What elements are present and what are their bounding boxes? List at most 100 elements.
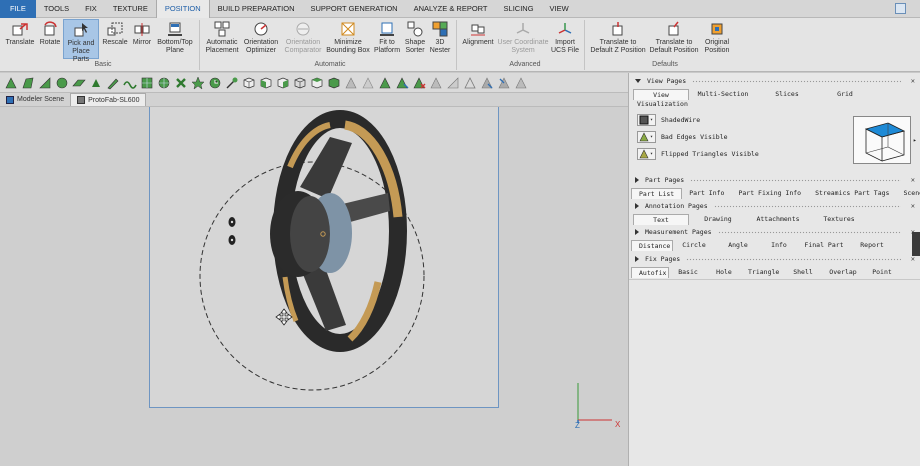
clock-select-icon[interactable] xyxy=(208,76,222,90)
tab-drawing[interactable]: Drawing xyxy=(689,214,747,225)
tab-protofab[interactable]: ProtoFab-SL600 xyxy=(70,93,147,106)
translate-button[interactable]: Translate xyxy=(4,21,36,47)
grid-select-icon[interactable] xyxy=(140,76,154,90)
original-position-button[interactable]: Original Position xyxy=(701,21,733,55)
alignment-button[interactable]: Alignment xyxy=(460,21,496,47)
wand-select-icon[interactable] xyxy=(225,76,239,90)
close-icon[interactable]: ✕ xyxy=(911,200,915,212)
tab-basic[interactable]: Basic xyxy=(669,267,707,278)
sphere-grid-icon[interactable] xyxy=(157,76,171,90)
tab-autofix[interactable]: Autofix xyxy=(631,266,669,278)
translate-default-z-button[interactable]: Translate to Default Z Position xyxy=(588,21,648,55)
surface-tool-icon[interactable] xyxy=(21,76,35,90)
fill-tool-icon[interactable] xyxy=(89,76,103,90)
steering-wheel[interactable] xyxy=(270,110,407,352)
cube-shaded-icon[interactable] xyxy=(276,76,290,90)
tab-streamics-part-tags[interactable]: Streamics Part Tags xyxy=(808,188,896,199)
triangle-blue-2-icon[interactable] xyxy=(497,76,511,90)
triangle-delete-icon[interactable] xyxy=(412,76,426,90)
plane-tool-icon[interactable] xyxy=(72,76,86,90)
wave-tool-icon[interactable] xyxy=(123,76,137,90)
tab-point[interactable]: Point xyxy=(865,267,899,278)
sphere-tool-icon[interactable] xyxy=(55,76,69,90)
3d-nester-button[interactable]: 3D Nester xyxy=(428,21,452,55)
viewport-3d[interactable]: X Z xyxy=(0,107,628,466)
cube-front-icon[interactable] xyxy=(242,76,256,90)
cube-wire-icon[interactable] xyxy=(293,76,307,90)
menu-build-preparation[interactable]: BUILD PREPARATION xyxy=(210,0,303,18)
mirror-button[interactable]: Mirror xyxy=(130,21,154,47)
shaded-wire-dropdown[interactable]: ▾ xyxy=(637,114,656,126)
pick-place-button[interactable]: Pick and Place Parts xyxy=(63,19,99,63)
menu-file[interactable]: FILE xyxy=(0,0,36,18)
menu-tools[interactable]: TOOLS xyxy=(36,0,77,18)
tab-overlap[interactable]: Overlap xyxy=(821,267,865,278)
close-icon[interactable]: ✕ xyxy=(911,75,915,87)
tab-part-fixing-info[interactable]: Part Fixing Info xyxy=(731,188,808,199)
bad-edges-dropdown[interactable]: ▾ xyxy=(637,131,656,143)
import-ucs-button[interactable]: Import UCS File xyxy=(550,21,580,55)
flipped-triangles-dropdown[interactable]: ▾ xyxy=(637,148,656,160)
tab-final-part[interactable]: Final Part xyxy=(797,240,851,251)
tab-scenes[interactable]: Scenes xyxy=(896,188,920,199)
tab-multi-section[interactable]: Multi-Section xyxy=(689,89,757,100)
bottom-top-plane-button[interactable]: Bottom/Top Plane xyxy=(154,21,196,55)
triangle-outline-icon[interactable] xyxy=(446,76,460,90)
minimize-bounding-box-button[interactable]: Minimize Bounding Box xyxy=(325,21,371,55)
measurement-pages-header[interactable]: Measurement Pages ✕ xyxy=(629,226,915,238)
rescale-button[interactable]: Rescale xyxy=(101,21,129,47)
user-coordinate-system-button[interactable]: User Coordinate System xyxy=(497,21,549,55)
view-pages-header[interactable]: View Pages ✕ xyxy=(629,75,915,87)
fit-to-platform-button[interactable]: Fit to Platform xyxy=(372,21,402,55)
rotate-button[interactable]: Rotate xyxy=(37,21,63,47)
tab-attachments[interactable]: Attachments xyxy=(747,214,809,225)
tab-grid[interactable]: Grid xyxy=(817,89,873,100)
tab-view[interactable]: View xyxy=(633,88,689,100)
tab-part-info[interactable]: Part Info xyxy=(682,188,731,199)
side-panel-handle[interactable] xyxy=(912,232,920,256)
tab-distance[interactable]: Distance xyxy=(631,239,673,251)
tab-report[interactable]: Report xyxy=(851,240,893,251)
translate-default-position-button[interactable]: Translate to Default Position xyxy=(648,21,700,55)
tab-modeler-scene[interactable]: Modeler Scene xyxy=(0,93,70,106)
shape-sorter-button[interactable]: Shape Sorter xyxy=(402,21,428,55)
cube-solid-icon[interactable] xyxy=(327,76,341,90)
tab-info[interactable]: Info xyxy=(761,240,797,251)
scene-canvas[interactable]: X Z xyxy=(0,107,628,466)
warning-gray-2-icon[interactable] xyxy=(361,76,375,90)
cube-top-icon[interactable] xyxy=(310,76,324,90)
tab-slices[interactable]: Slices xyxy=(757,89,817,100)
orientation-optimizer-button[interactable]: Orientation Optimizer xyxy=(242,21,280,55)
automatic-placement-button[interactable]: Automatic Placement xyxy=(202,21,242,55)
triangle-flip-icon[interactable] xyxy=(429,76,443,90)
orientation-comparator-button[interactable]: Orientation Comparator xyxy=(281,21,325,55)
menu-analyze-report[interactable]: ANALYZE & REPORT xyxy=(406,0,496,18)
tab-textures[interactable]: Textures xyxy=(809,214,869,225)
tab-triangle[interactable]: Triangle xyxy=(741,267,785,278)
brush-tool-icon[interactable] xyxy=(106,76,120,90)
annotation-pages-header[interactable]: Annotation Pages ✕ xyxy=(629,200,915,212)
close-icon[interactable]: ✕ xyxy=(911,174,915,186)
tab-text[interactable]: Text xyxy=(633,213,689,225)
triangle-gray-icon[interactable] xyxy=(514,76,528,90)
menu-slicing[interactable]: SLICING xyxy=(496,0,542,18)
shell-tool-icon[interactable] xyxy=(38,76,52,90)
star-select-icon[interactable] xyxy=(191,75,205,90)
triangle-blue-icon[interactable] xyxy=(480,76,494,90)
tab-hole[interactable]: Hole xyxy=(707,267,741,278)
triangle-green-icon[interactable] xyxy=(378,76,392,90)
menu-texture[interactable]: TEXTURE xyxy=(105,0,156,18)
triangle-empty-icon[interactable] xyxy=(463,76,477,90)
view-cube-arrow-icon[interactable]: ▸ xyxy=(913,137,917,144)
cross-select-icon[interactable] xyxy=(174,76,188,90)
menu-view[interactable]: VIEW xyxy=(542,0,577,18)
window-icon[interactable] xyxy=(895,3,906,14)
triangle-tool-icon[interactable] xyxy=(4,76,18,90)
cube-green-icon[interactable] xyxy=(259,76,273,90)
warning-gray-icon[interactable] xyxy=(344,76,358,90)
triangle-edit-icon[interactable] xyxy=(395,76,409,90)
view-cube[interactable] xyxy=(853,116,911,164)
menu-support-generation[interactable]: SUPPORT GENERATION xyxy=(303,0,406,18)
tab-shell[interactable]: Shell xyxy=(785,267,821,278)
tab-part-list[interactable]: Part List xyxy=(631,187,683,199)
